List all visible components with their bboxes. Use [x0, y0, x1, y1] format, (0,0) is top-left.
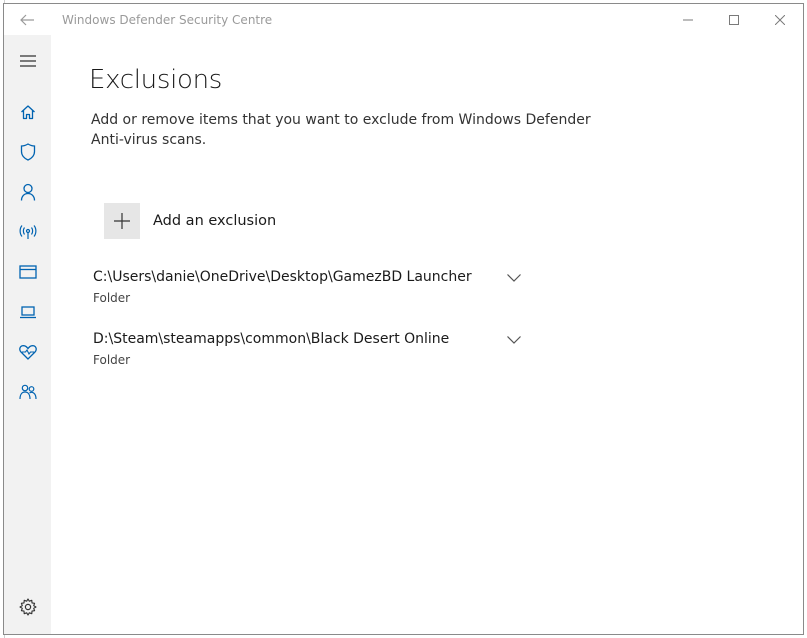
sidebar-item-device-performance[interactable]	[4, 332, 51, 372]
app-browser-icon	[18, 265, 37, 279]
add-exclusion-button[interactable]: Add an exclusion	[104, 202, 276, 240]
exclusion-item[interactable]: D:\Steam\steamapps\common\Black Desert O…	[89, 331, 529, 375]
sidebar-item-family-options[interactable]	[4, 372, 51, 412]
exclusion-path: D:\Steam\steamapps\common\Black Desert O…	[93, 331, 450, 347]
sidebar	[4, 35, 51, 634]
exclusion-path: C:\Users\danie\OneDrive\Desktop\GamezBD …	[93, 269, 472, 285]
back-arrow-icon	[20, 14, 34, 25]
main-content: Exclusions Add or remove items that you …	[51, 35, 803, 634]
sidebar-item-app-browser-control[interactable]	[4, 252, 51, 292]
page-title: Exclusions	[89, 65, 223, 95]
person-icon	[20, 183, 35, 201]
gear-icon	[18, 598, 37, 616]
chevron-down-icon	[507, 274, 521, 282]
heart-icon	[18, 345, 37, 360]
exclusion-type: Folder	[93, 291, 131, 305]
laptop-icon	[19, 306, 36, 319]
maximize-button[interactable]	[711, 4, 757, 35]
shield-icon	[20, 143, 35, 161]
sidebar-item-firewall-network[interactable]	[4, 212, 51, 252]
family-icon	[18, 384, 37, 400]
title-bar: Windows Defender Security Centre	[4, 4, 803, 35]
page-description: Add or remove items that you want to exc…	[91, 112, 591, 148]
sidebar-item-virus-protection[interactable]	[4, 132, 51, 172]
home-icon	[20, 105, 35, 120]
close-icon	[775, 14, 785, 25]
minimize-icon	[683, 19, 693, 20]
maximize-icon	[729, 14, 739, 25]
back-button[interactable]	[4, 4, 50, 35]
chevron-down-icon	[507, 336, 521, 344]
sidebar-item-settings[interactable]	[4, 587, 51, 627]
sidebar-item-account-protection[interactable]	[4, 172, 51, 212]
window-title: Windows Defender Security Centre	[62, 12, 273, 27]
close-button[interactable]	[757, 4, 803, 35]
app-window: Windows Defender Security Centre Exclusi…	[3, 3, 804, 635]
sidebar-item-home[interactable]	[4, 92, 51, 132]
sidebar-item-device-security[interactable]	[4, 292, 51, 332]
expand-exclusion-button[interactable]	[504, 269, 524, 287]
minimize-button[interactable]	[665, 4, 711, 35]
wireless-icon	[19, 225, 36, 239]
hamburger-menu-icon	[19, 55, 36, 67]
add-exclusion-label: Add an exclusion	[153, 213, 277, 229]
add-plus-box	[104, 203, 140, 239]
plus-icon	[114, 213, 130, 229]
exclusion-item[interactable]: C:\Users\danie\OneDrive\Desktop\GamezBD …	[89, 269, 529, 313]
exclusion-type: Folder	[93, 353, 131, 367]
expand-exclusion-button[interactable]	[504, 331, 524, 349]
hamburger-menu-button[interactable]	[4, 41, 51, 81]
